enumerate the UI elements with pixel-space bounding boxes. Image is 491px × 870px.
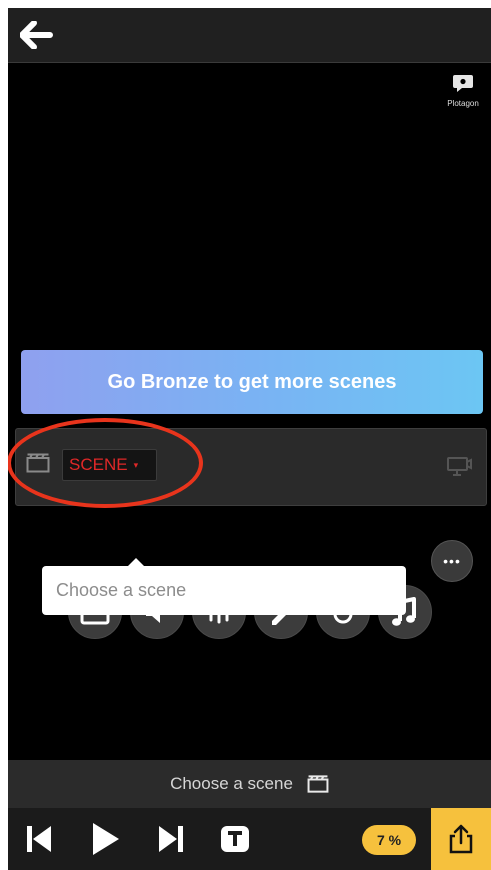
top-bar [8, 8, 491, 63]
back-button[interactable] [19, 20, 54, 50]
arrow-left-icon [19, 20, 53, 50]
clapperboard-icon [26, 453, 50, 473]
preview-stage: Plotagon Go Bronze to get more scenes SC… [8, 63, 491, 760]
camera-icon[interactable] [446, 455, 472, 477]
play-icon [93, 823, 119, 855]
logo-text: Plotagon [447, 99, 479, 108]
plotagon-logo: Plotagon [443, 73, 483, 108]
skip-previous-button[interactable] [22, 808, 56, 870]
share-icon [449, 824, 473, 854]
skip-next-icon [159, 826, 183, 852]
status-text: Choose a scene [170, 774, 293, 793]
text-box-icon [221, 826, 249, 852]
upgrade-banner-label: Go Bronze to get more scenes [107, 370, 397, 393]
more-dots-icon: ••• [443, 553, 461, 569]
skip-next-button[interactable] [154, 808, 188, 870]
caret-down-icon: ▾ [133, 459, 139, 470]
tooltip-text: Choose a scene [56, 580, 187, 600]
status-bar: Choose a scene [8, 760, 491, 808]
text-tool-button[interactable] [217, 808, 253, 870]
upgrade-banner-button[interactable]: Go Bronze to get more scenes [21, 350, 483, 414]
scene-bar: SCENE ▾ [8, 418, 487, 508]
play-button[interactable] [88, 808, 124, 870]
share-button[interactable] [431, 808, 491, 870]
scene-dropdown[interactable]: SCENE ▾ [62, 449, 157, 481]
tooltip-arrow [127, 558, 145, 567]
speech-bubble-icon [453, 75, 473, 92]
app-frame: Plotagon Go Bronze to get more scenes SC… [8, 8, 491, 870]
choose-scene-tooltip: Choose a scene [42, 558, 406, 615]
scene-dropdown-label: SCENE [69, 455, 128, 474]
progress-label: 7 % [376, 832, 402, 848]
playback-controls: 7 % [8, 808, 491, 870]
clapperboard-icon [307, 775, 329, 793]
more-options-button[interactable]: ••• [431, 540, 473, 582]
progress-badge: 7 % [362, 825, 416, 855]
skip-previous-icon [27, 826, 51, 852]
